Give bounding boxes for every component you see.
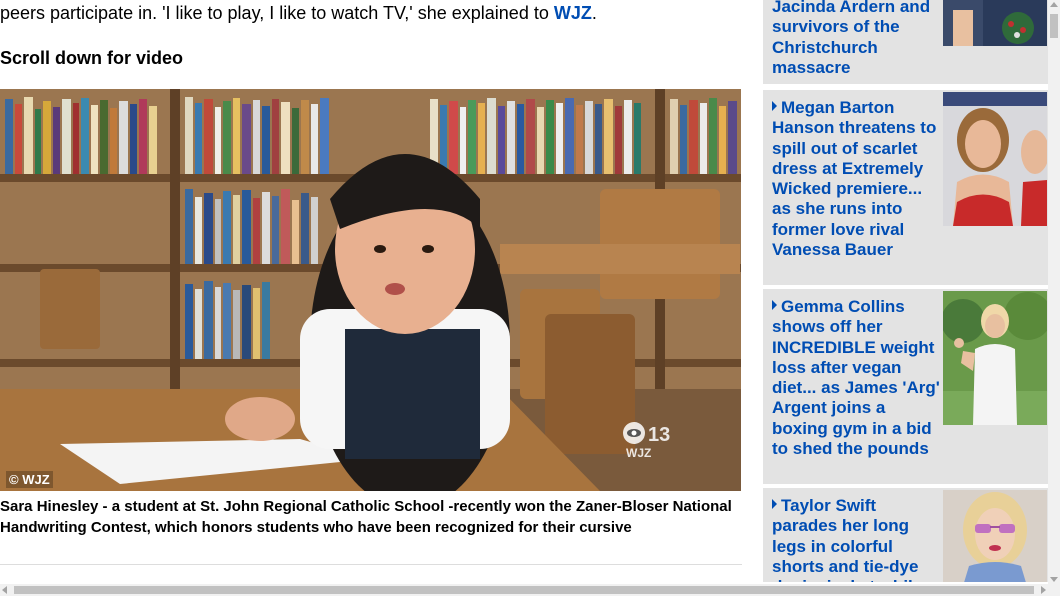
arrow-icon	[772, 499, 777, 509]
vertical-scroll-thumb[interactable]	[1050, 14, 1058, 38]
scroll-note: Scroll down for video	[0, 48, 184, 68]
station-call-letters: WJZ	[626, 446, 651, 459]
story-thumbnail	[943, 0, 1047, 46]
related-story-title-text: Taylor Swift parades her long legs in co…	[772, 496, 922, 582]
related-story-title-text: Megan Barton Hanson threatens to spill o…	[772, 98, 937, 260]
horizontal-scrollbar[interactable]	[0, 584, 1060, 596]
intro-text: peers participate in. 'I like to play, I…	[0, 3, 554, 23]
related-story-card[interactable]: Megan Barton Hanson threatens to spill o…	[763, 88, 1051, 285]
scroll-right-icon[interactable]	[1041, 586, 1046, 594]
story-thumbnail	[943, 291, 1047, 425]
related-story-card[interactable]: Taylor Swift parades her long legs in co…	[763, 486, 1051, 582]
horizontal-scroll-thumb[interactable]	[14, 586, 1034, 594]
cbs-13-logo: 13 WJZ	[623, 422, 670, 459]
related-story-title[interactable]: Gemma Collins shows off her INCREDIBLE w…	[772, 297, 942, 459]
video-player[interactable]: © WJZ 13 WJZ	[0, 89, 741, 491]
arrow-icon	[772, 101, 777, 111]
related-stories-sidebar: Jacinda Ardern and survivors of the Chri…	[763, 0, 1051, 582]
scroll-left-icon[interactable]	[2, 586, 7, 594]
divider	[0, 564, 742, 565]
arrow-icon	[772, 300, 777, 310]
related-story-title[interactable]: Megan Barton Hanson threatens to spill o…	[772, 98, 942, 260]
video-watermark: © WJZ	[6, 471, 53, 488]
intro-paragraph: peers participate in. 'I like to play, I…	[0, 1, 597, 25]
related-story-title[interactable]: Taylor Swift parades her long legs in co…	[772, 496, 942, 582]
related-story-card[interactable]: Jacinda Ardern and survivors of the Chri…	[763, 0, 1051, 84]
image-caption: Sara Hinesley - a student at St. John Re…	[0, 498, 732, 536]
wjz-link[interactable]: WJZ	[554, 3, 592, 23]
related-story-title[interactable]: Jacinda Ardern and survivors of the Chri…	[772, 0, 942, 78]
intro-end: .	[591, 3, 597, 23]
scroll-down-icon[interactable]	[1050, 577, 1058, 582]
station-number: 13	[648, 424, 670, 446]
related-story-card[interactable]: Gemma Collins shows off her INCREDIBLE w…	[763, 287, 1051, 484]
related-story-title-text: Gemma Collins shows off her INCREDIBLE w…	[772, 297, 940, 459]
scroll-up-icon[interactable]	[1050, 2, 1058, 7]
article: peers participate in. 'I like to play, I…	[0, 0, 742, 582]
vertical-scrollbar[interactable]	[1048, 0, 1060, 584]
story-thumbnail	[943, 92, 1047, 226]
story-thumbnail	[943, 490, 1047, 582]
